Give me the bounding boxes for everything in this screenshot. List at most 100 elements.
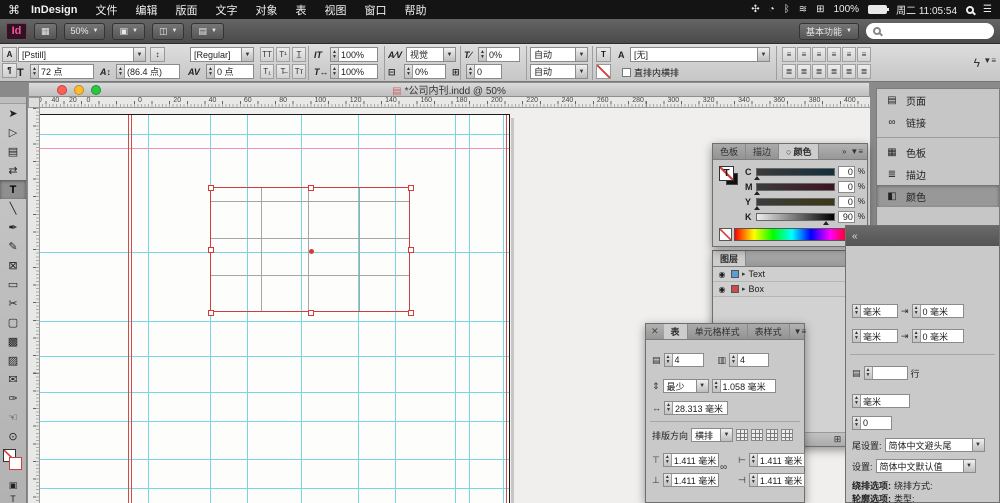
apple-menu-icon[interactable]: ⌘ [8,3,20,17]
tab-color[interactable]: ○ 颜色 [779,144,820,159]
view-options-button[interactable]: ▣ ▼ [112,22,145,40]
minimize-window-button[interactable] [74,84,84,95]
kerning-select[interactable]: 视觉 ▼ [406,47,456,62]
dock-item-swatches[interactable]: ▦ 色板 [877,141,999,163]
dock-panel-header[interactable]: « [846,226,999,246]
slider-value-Y[interactable]: 0 [837,195,855,208]
inset-link-icon[interactable]: ∞ [720,462,727,473]
menu-item-2[interactable]: 版面 [166,2,206,18]
selection-handle[interactable] [408,310,414,316]
menu-item-6[interactable]: 视图 [315,2,355,18]
stepper[interactable] [853,330,861,342]
slider-marker[interactable] [754,205,760,210]
free-transform-tool[interactable]: ▢ [0,313,26,332]
gradient-feather-tool[interactable]: ▨ [0,351,26,370]
row-height-mode-select[interactable]: 最少 ▼ [662,379,709,393]
justify-center-icon[interactable]: ≡ [842,47,856,62]
justify-left-icon-vertical[interactable]: ≣ [827,64,841,79]
selection-handle[interactable] [408,247,414,253]
mojikumi-select[interactable]: 简体中文默认值 ▼ [875,459,976,473]
small-caps-icon[interactable]: Tᴛ [292,64,306,79]
justify-center-icon-vertical[interactable]: ≣ [842,64,856,79]
skew-field[interactable]: 0% [478,47,520,62]
bluetooth-icon[interactable]: ᛒ [784,4,790,15]
document-titlebar[interactable]: ▤ *公司内刊.indd @ 50% [28,82,870,97]
fill-stroke-proxy[interactable] [0,446,26,478]
horizontal-guide[interactable] [40,134,509,135]
spacing-left-field[interactable]: 毫米 [852,304,898,318]
selected-table-frame[interactable] [208,185,414,316]
paragraph-formatting-button[interactable]: ¶ [2,63,17,78]
char-align-before-select[interactable]: 自动 ▼ [530,47,588,62]
inset-left-field[interactable]: 1.411 毫米 [748,453,805,467]
expand-dock-icon[interactable]: « [852,231,858,242]
style-options-icon[interactable]: ↕ [150,47,165,62]
layer-row[interactable]: ◉▸Box✎ [713,282,867,297]
table-columns-field[interactable]: 4 [729,353,770,367]
align-center-icon-vertical[interactable]: ≣ [797,64,811,79]
clock-icon[interactable]: ◔ [769,4,775,15]
stepper[interactable] [405,65,413,78]
eyedropper-tool[interactable]: ✑ [0,389,26,408]
inset-top-field[interactable]: 1.411 毫米 [662,453,719,467]
stroke-none-button[interactable] [596,64,611,79]
table-rows-field[interactable]: 4 [663,353,704,367]
slider-track-C[interactable] [754,167,835,180]
inset-right-field[interactable]: 1.411 毫米 [748,473,805,487]
gap-tool[interactable]: ⇄ [0,161,26,180]
tab-table-styles[interactable]: 表样式 [747,324,790,339]
character-colour-select[interactable]: [无] ▼ [630,47,770,62]
stepper[interactable] [331,65,339,78]
subscript-icon[interactable]: T₁ [260,64,274,79]
gradient-tool[interactable]: ▩ [0,332,26,351]
tab-stroke[interactable]: 描边 [746,144,780,159]
tatechuyoko-checkbox[interactable]: 直排内横排 [622,66,679,79]
stepper[interactable] [853,395,861,407]
spacing-right-field[interactable]: 0 毫米 [911,329,964,343]
cell-align-center-icon[interactable] [751,429,764,441]
lines-field[interactable] [863,366,908,380]
stepper[interactable] [665,402,673,414]
format-text-button[interactable]: T [0,492,26,503]
visibility-eye-icon[interactable]: ◉ [716,285,728,294]
none-swatch[interactable] [719,228,732,241]
selection-handle[interactable] [208,310,214,316]
layer-row[interactable]: ◉ ▸ Text [713,267,867,282]
all-caps-icon[interactable]: TT [260,47,274,62]
search-input[interactable] [866,23,994,39]
cell-align-top-icon[interactable] [736,429,749,441]
slider-track-K[interactable] [756,212,835,225]
fill-proxy-swatch[interactable]: T [719,166,734,181]
page-tool[interactable]: ▤ [0,142,26,161]
tab-layers[interactable]: 图层 [713,251,747,266]
stepper[interactable] [31,65,39,78]
tab-cell-styles[interactable]: 单元格样式 [687,324,748,339]
superscript-icon[interactable]: T¹ [276,47,290,62]
format-container-button[interactable]: ▣ [0,478,26,492]
slider-track-Y[interactable] [754,197,835,210]
close-window-button[interactable] [57,84,67,95]
cell-align-justify-icon[interactable] [781,429,794,441]
grid-count-field[interactable]: 0 [466,64,502,79]
zoom-tool[interactable]: ⊙ [0,427,26,446]
justify-full-icon-vertical[interactable]: ≣ [857,64,871,79]
slider-marker[interactable] [754,190,760,195]
margin-guide[interactable] [40,148,509,149]
screen-mode-menu-button[interactable]: ◫ ▼ [151,22,185,40]
align-right-icon-vertical[interactable]: ≣ [812,64,826,79]
disclosure-icon[interactable]: ▸ [742,270,746,278]
vertical-scale-field[interactable]: 100% [330,47,378,62]
tab-table[interactable]: 表 [663,324,688,339]
checkbox-box[interactable] [622,68,631,77]
close-icon[interactable]: ✕ [646,324,664,339]
leading-field[interactable]: (86.4 点) [116,64,180,79]
type-tool[interactable]: T [0,180,26,199]
strikethrough-icon[interactable]: T̶ [276,64,290,79]
panel-menu-icon[interactable]: ▼≡ [794,327,807,336]
menu-clock[interactable]: 周二 11:05:54 [896,2,957,17]
horizontal-guide[interactable] [40,459,509,460]
menu-item-5[interactable]: 表 [286,2,315,18]
stepper[interactable] [730,354,739,366]
kinsoku-select[interactable]: 简体中文避头尾 ▼ [884,438,985,452]
stepper[interactable] [664,354,673,366]
